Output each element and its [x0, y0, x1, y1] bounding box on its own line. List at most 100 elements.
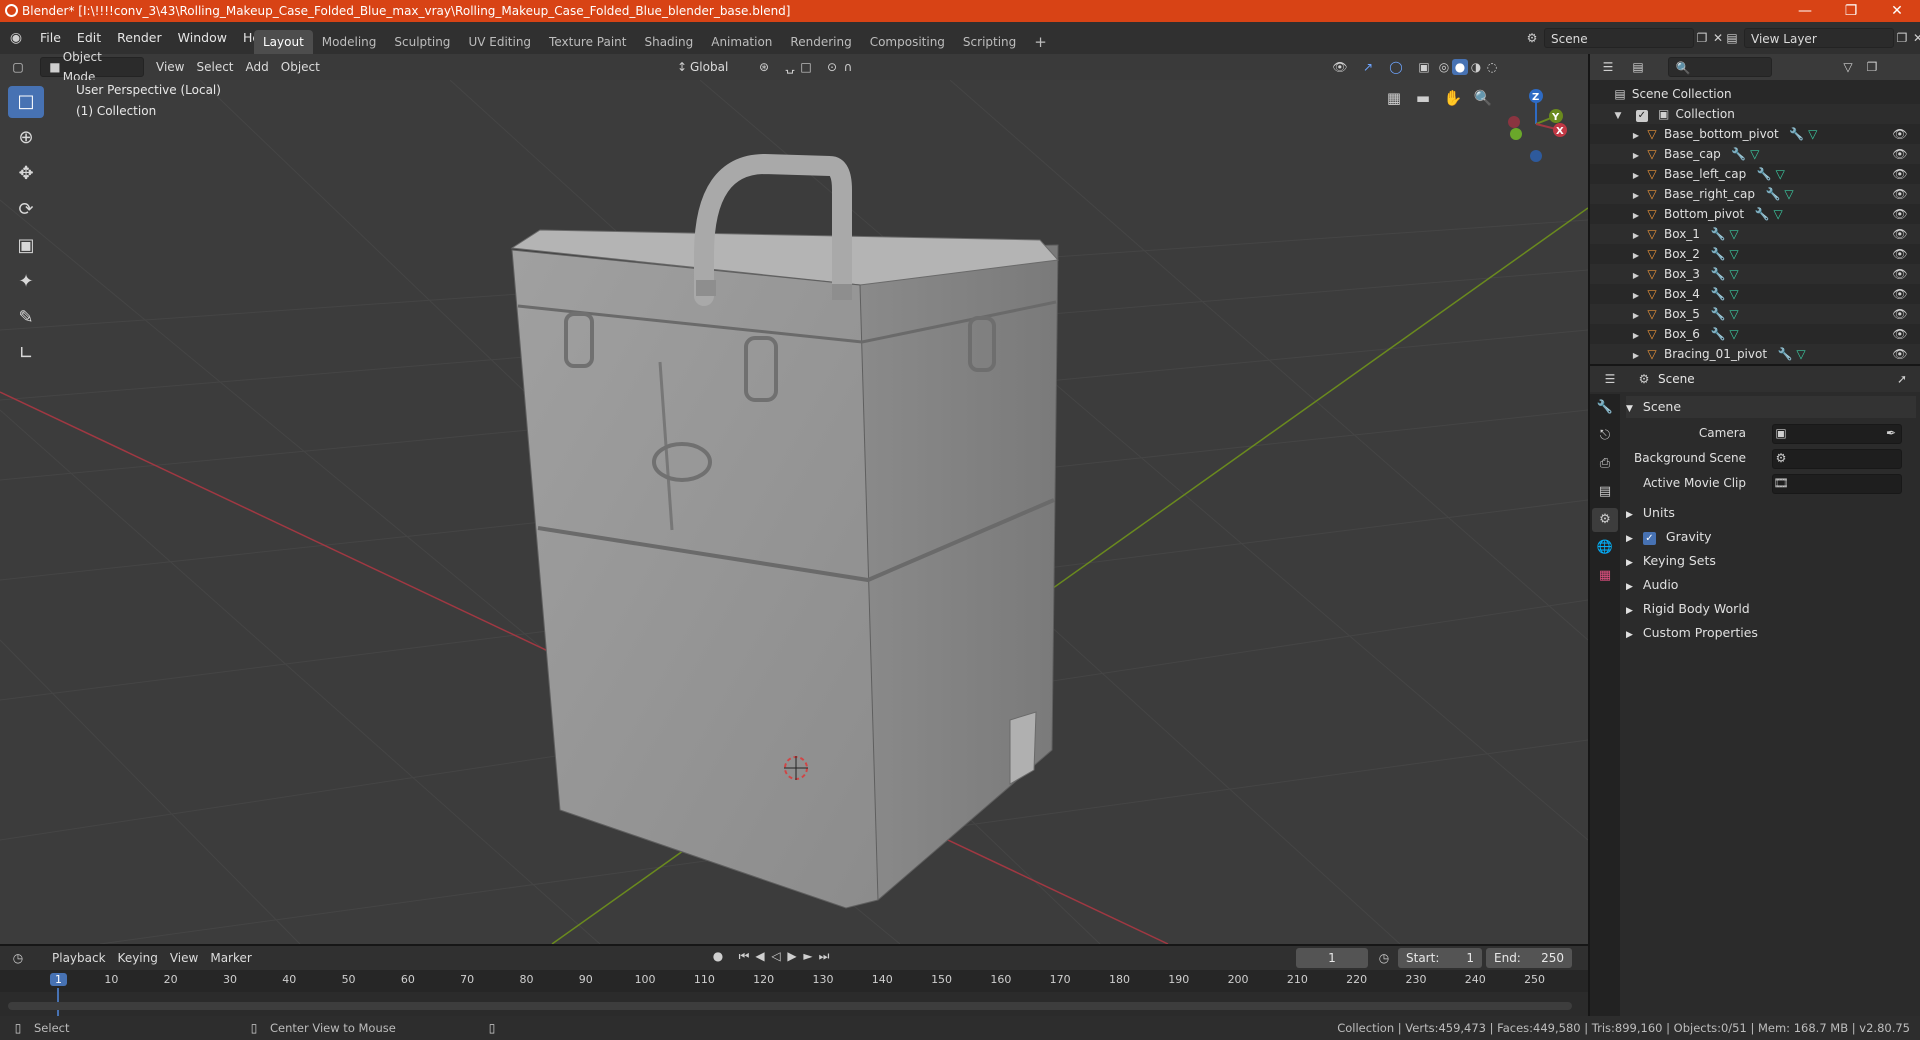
eye-icon[interactable]: 👁: [1892, 146, 1908, 162]
modifier-icon[interactable]: 🔧: [1710, 246, 1726, 262]
eye-icon[interactable]: 👁: [1892, 166, 1908, 182]
expand-arrow-icon[interactable]: ▶: [1628, 288, 1644, 304]
rotate-tool-icon[interactable]: ⟳: [8, 194, 44, 226]
clock-icon[interactable]: ◷: [1376, 950, 1392, 966]
pivot-point-icon[interactable]: ⊛: [756, 59, 772, 75]
tool-tab-icon[interactable]: 🔧: [1592, 396, 1618, 420]
xray-icon[interactable]: ▣: [1416, 59, 1432, 75]
wireframe-shading-icon[interactable]: ◎: [1436, 59, 1452, 75]
select-box-tool-icon[interactable]: □: [8, 86, 44, 118]
transform-orientation-selector[interactable]: ↕ Global: [668, 57, 746, 77]
outliner-search-input[interactable]: 🔍: [1668, 57, 1772, 77]
modifier-icon[interactable]: 🔧: [1710, 266, 1726, 282]
transform-tool-icon[interactable]: ✦: [8, 266, 44, 298]
expand-arrow-icon[interactable]: ▶: [1628, 328, 1644, 344]
expand-arrow-icon[interactable]: ▶: [1628, 128, 1644, 144]
eye-icon[interactable]: 👁: [1892, 246, 1908, 262]
display-mode-icon[interactable]: ▤: [1630, 59, 1646, 75]
expand-arrow-icon[interactable]: ▶: [1628, 308, 1644, 324]
mesh-data-icon[interactable]: ▽: [1805, 126, 1821, 142]
mode-selector[interactable]: ■ Object Mode: [40, 50, 144, 84]
outliner-editor-icon[interactable]: ☰: [1600, 59, 1616, 75]
mesh-data-icon[interactable]: ▽: [1726, 286, 1742, 302]
menu-marker[interactable]: Marker: [204, 948, 257, 968]
expand-arrow-icon[interactable]: ▶: [1628, 208, 1644, 224]
tab-modeling[interactable]: Modeling: [313, 30, 386, 54]
close-button[interactable]: ✕: [1874, 0, 1920, 22]
gizmo-y-label[interactable]: Y: [1552, 112, 1559, 123]
mesh-data-icon[interactable]: ▽: [1772, 166, 1788, 182]
expand-arrow-icon[interactable]: ▶: [1628, 168, 1644, 184]
mesh-data-icon[interactable]: ▽: [1726, 226, 1742, 242]
scene-tab-icon[interactable]: ⚙: [1592, 508, 1618, 532]
view-layer-icon[interactable]: ▤: [1724, 30, 1740, 46]
outliner-item[interactable]: ▶ ▽ Box_3 🔧 ▽ 👁: [1590, 264, 1920, 284]
zoom-icon[interactable]: 🔍: [1468, 90, 1498, 106]
menu-select[interactable]: Select: [190, 57, 239, 77]
units-panel[interactable]: ▶ Units: [1626, 502, 1675, 524]
grid-view-icon[interactable]: ▦: [1380, 90, 1408, 106]
menu-keying[interactable]: Keying: [112, 948, 164, 968]
snap-icon[interactable]: ⍽: [782, 59, 798, 75]
play-reverse-icon[interactable]: ◁: [768, 948, 784, 964]
expand-arrow-icon[interactable]: ▼: [1610, 108, 1626, 124]
record-icon[interactable]: ●: [710, 948, 726, 964]
eye-icon[interactable]: 👁: [1892, 286, 1908, 302]
overlays-icon[interactable]: ◯: [1388, 59, 1404, 75]
blender-menu-icon[interactable]: ◉: [8, 30, 24, 46]
mesh-data-icon[interactable]: ▽: [1781, 186, 1797, 202]
gizmo-icon[interactable]: ↗: [1360, 59, 1376, 75]
visibility-icon[interactable]: 👁: [1332, 59, 1348, 75]
scene-selector[interactable]: Scene: [1544, 28, 1694, 48]
expand-arrow-icon[interactable]: ▶: [1628, 348, 1644, 364]
filter-icon[interactable]: ▽: [1840, 59, 1856, 75]
outliner-item[interactable]: ▶ ▽ Box_5 🔧 ▽ 👁: [1590, 304, 1920, 324]
start-frame-field[interactable]: Start: 1: [1398, 948, 1482, 968]
snap-target-icon[interactable]: □: [798, 59, 814, 75]
tab-rendering[interactable]: Rendering: [781, 30, 860, 54]
jump-end-icon[interactable]: ⏭: [816, 948, 832, 964]
world-tab-icon[interactable]: 🌐: [1592, 536, 1618, 560]
minimize-button[interactable]: —: [1782, 0, 1828, 22]
move-tool-icon[interactable]: ✥: [8, 158, 44, 190]
modifier-icon[interactable]: 🔧: [1710, 306, 1726, 322]
gizmo-z-label[interactable]: Z: [1532, 92, 1539, 103]
add-workspace-button[interactable]: +: [1025, 30, 1056, 54]
frame-ruler[interactable]: 1 10 20 30 40 50 60 70 80 90 100 110 120 130 140 150 160…: [0, 970, 1588, 1018]
outliner-item[interactable]: ▶ ▽ Box_6 🔧 ▽ 👁: [1590, 324, 1920, 344]
modifier-icon[interactable]: 🔧: [1789, 126, 1805, 142]
cursor-tool-icon[interactable]: ⊕: [8, 122, 44, 154]
measure-tool-icon[interactable]: ∟: [8, 338, 44, 370]
falloff-icon[interactable]: ∩: [840, 59, 856, 75]
outliner-item[interactable]: ▶ ▽ Base_right_cap 🔧 ▽ 👁: [1590, 184, 1920, 204]
output-tab-icon[interactable]: ⎙: [1592, 452, 1618, 476]
view-layer-selector[interactable]: View Layer: [1744, 28, 1894, 48]
eye-icon[interactable]: 👁: [1892, 326, 1908, 342]
tab-layout[interactable]: Layout: [254, 30, 313, 54]
eye-icon[interactable]: 👁: [1892, 346, 1908, 362]
outliner-item[interactable]: ▶ ▽ Box_4 🔧 ▽ 👁: [1590, 284, 1920, 304]
modifier-icon[interactable]: 🔧: [1731, 146, 1747, 162]
menu-object[interactable]: Object: [275, 57, 326, 77]
menu-window[interactable]: Window: [170, 22, 235, 54]
render-tab-icon[interactable]: ⎋: [1592, 424, 1618, 448]
camera-view-icon[interactable]: ▬: [1408, 90, 1438, 106]
expand-arrow-icon[interactable]: ▶: [1628, 148, 1644, 164]
menu-add[interactable]: Add: [240, 57, 275, 77]
tab-animation[interactable]: Animation: [702, 30, 781, 54]
maximize-button[interactable]: ❐: [1828, 0, 1874, 22]
eye-icon[interactable]: 👁: [1892, 226, 1908, 242]
modifier-icon[interactable]: 🔧: [1710, 226, 1726, 242]
material-shading-icon[interactable]: ◑: [1468, 59, 1484, 75]
prev-keyframe-icon[interactable]: ◀: [752, 948, 768, 964]
outliner-item[interactable]: ▶ ▽ Base_cap 🔧 ▽ 👁: [1590, 144, 1920, 164]
tab-shading[interactable]: Shading: [635, 30, 702, 54]
gravity-checkbox[interactable]: ✓: [1642, 532, 1656, 545]
expand-arrow-icon[interactable]: ▶: [1628, 248, 1644, 264]
current-frame-field[interactable]: 1: [1296, 948, 1368, 968]
gizmo-x-label[interactable]: X: [1556, 126, 1564, 137]
mesh-data-icon[interactable]: ▽: [1726, 306, 1742, 322]
eye-icon[interactable]: 👁: [1892, 266, 1908, 282]
timeline-editor-icon[interactable]: ◷: [10, 950, 26, 966]
rigid-body-world-panel[interactable]: ▶ Rigid Body World: [1626, 598, 1750, 620]
